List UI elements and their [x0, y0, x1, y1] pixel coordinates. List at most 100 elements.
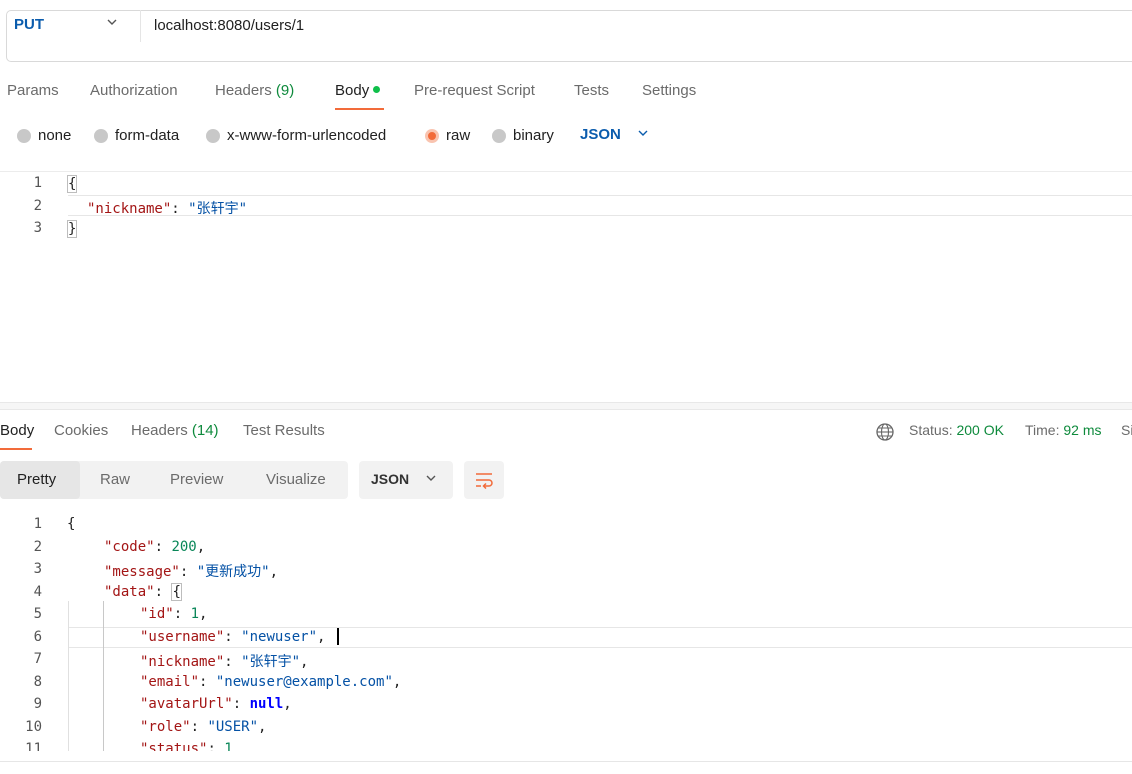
active-response-tab-indicator [0, 448, 32, 450]
response-size-label: Si [1121, 422, 1132, 438]
json-brace-open: { [171, 583, 182, 601]
json-number: 1 [190, 606, 200, 622]
line-number: 3 [33, 220, 42, 236]
radio-none-label: none [38, 127, 72, 144]
radio-form-data[interactable] [94, 129, 108, 143]
tab-tests-label: Tests [574, 82, 610, 99]
json-brace-close[interactable]: } [67, 220, 78, 238]
radio-form-data-label: form-data [115, 127, 180, 144]
tab-authorization[interactable]: Authorization [90, 82, 178, 102]
line-number: 9 [33, 696, 42, 712]
json-string: "USER" [207, 719, 259, 735]
radio-urlencoded[interactable] [206, 129, 220, 143]
response-headers-count: (14) [191, 422, 219, 439]
headers-count-badge: (9) [275, 82, 295, 99]
json-number: 1 [224, 741, 233, 751]
response-line-id: "id": 1, [140, 606, 208, 622]
response-tab-test-results[interactable]: Test Results [243, 422, 325, 439]
json-key: "nickname" [140, 654, 225, 670]
json-brace-open: { [67, 516, 76, 532]
response-line-avatar: "avatarUrl": null, [140, 696, 292, 712]
line-number: 11 [25, 741, 42, 751]
line-number: 2 [33, 198, 42, 214]
response-line-username: "username": "newuser", [140, 629, 326, 645]
json-colon: : [171, 201, 189, 217]
tab-prerequest-label: Pre-request Script [414, 82, 535, 99]
json-key: "nickname" [87, 201, 172, 217]
radio-binary[interactable] [492, 129, 506, 143]
request-body-line[interactable]: "nickname": "张轩宇" [87, 198, 247, 218]
url-separator [140, 10, 141, 42]
tab-headers-label: Headers [215, 82, 272, 99]
json-key: "code" [104, 539, 155, 555]
tab-tests[interactable]: Tests [574, 82, 609, 102]
line-number: 4 [33, 584, 42, 600]
line-number: 1 [33, 175, 42, 191]
wrap-lines-icon [474, 471, 494, 493]
status-value: 200 OK [956, 422, 1004, 438]
json-key: "role" [140, 719, 191, 735]
line-number: 7 [33, 651, 42, 667]
json-string: "张轩宇" [188, 201, 248, 217]
response-tab-headers-label: Headers [131, 422, 188, 439]
radio-urlencoded-label: x-www-form-urlencoded [227, 127, 387, 144]
tab-authorization-label: Authorization [90, 82, 178, 99]
tab-params[interactable]: Params [7, 82, 59, 102]
line-number: 6 [33, 629, 42, 645]
pane-divider[interactable] [0, 402, 1132, 410]
wrap-lines-button[interactable] [464, 461, 504, 499]
response-tab-headers[interactable]: Headers (14) [131, 422, 219, 439]
json-key: "status" [140, 741, 208, 751]
response-line-message: "message": "更新成功", [104, 564, 279, 580]
radio-raw-label: raw [446, 127, 471, 144]
view-raw-button[interactable]: Raw [100, 471, 130, 488]
radio-raw[interactable] [425, 129, 439, 143]
json-string: "newuser" [241, 629, 318, 645]
time-value: 92 ms [1063, 422, 1102, 438]
indent-guide [103, 601, 104, 751]
line-number: 8 [33, 674, 42, 690]
view-visualize-button[interactable]: Visualize [266, 471, 326, 488]
method-label: PUT [14, 16, 44, 33]
response-tab-body[interactable]: Body [0, 422, 34, 439]
tab-params-label: Params [7, 82, 59, 99]
status-label: Status: [909, 422, 953, 438]
view-preview-button[interactable]: Preview [170, 471, 223, 488]
chevron-down-icon[interactable] [637, 127, 649, 142]
globe-icon[interactable] [875, 422, 895, 446]
indent-guide [68, 601, 69, 751]
line-number: 3 [33, 561, 42, 577]
json-number: 200 [171, 539, 197, 555]
tab-settings[interactable]: Settings [642, 82, 696, 102]
radio-none[interactable] [17, 129, 31, 143]
view-pretty-button[interactable]: Pretty [17, 471, 56, 488]
tab-body[interactable]: Body [335, 82, 381, 102]
response-status: Status: 200 OK [909, 422, 1004, 438]
response-format-label: JSON [371, 471, 410, 487]
line-number: 1 [33, 516, 42, 532]
json-string: "newuser@example.com" [215, 674, 393, 690]
response-line-status: "status": 1 [140, 741, 233, 751]
tab-settings-label: Settings [642, 82, 697, 99]
line-number: 5 [33, 606, 42, 622]
json-key: "data" [104, 584, 155, 600]
radio-binary-label: binary [513, 127, 554, 144]
json-key: "email" [140, 674, 200, 690]
active-tab-indicator [335, 108, 384, 110]
url-input[interactable] [154, 14, 1054, 36]
body-format-select[interactable]: JSON [580, 126, 621, 143]
time-label: Time: [1025, 422, 1060, 438]
tab-prerequest-script[interactable]: Pre-request Script [414, 82, 535, 102]
response-line-email: "email": "newuser@example.com", [140, 674, 402, 690]
json-key: "avatarUrl" [140, 696, 233, 712]
chevron-down-icon [106, 16, 118, 31]
json-brace-open[interactable]: { [67, 175, 78, 193]
response-tab-cookies[interactable]: Cookies [54, 422, 108, 439]
response-line-code: "code": 200, [104, 539, 206, 555]
json-key: "username" [140, 629, 225, 645]
json-null: null [249, 696, 284, 712]
line-number: 10 [25, 719, 42, 735]
tab-headers[interactable]: Headers (9) [215, 82, 294, 102]
method-select[interactable]: PUT [14, 16, 124, 36]
tab-body-label: Body [335, 82, 370, 99]
